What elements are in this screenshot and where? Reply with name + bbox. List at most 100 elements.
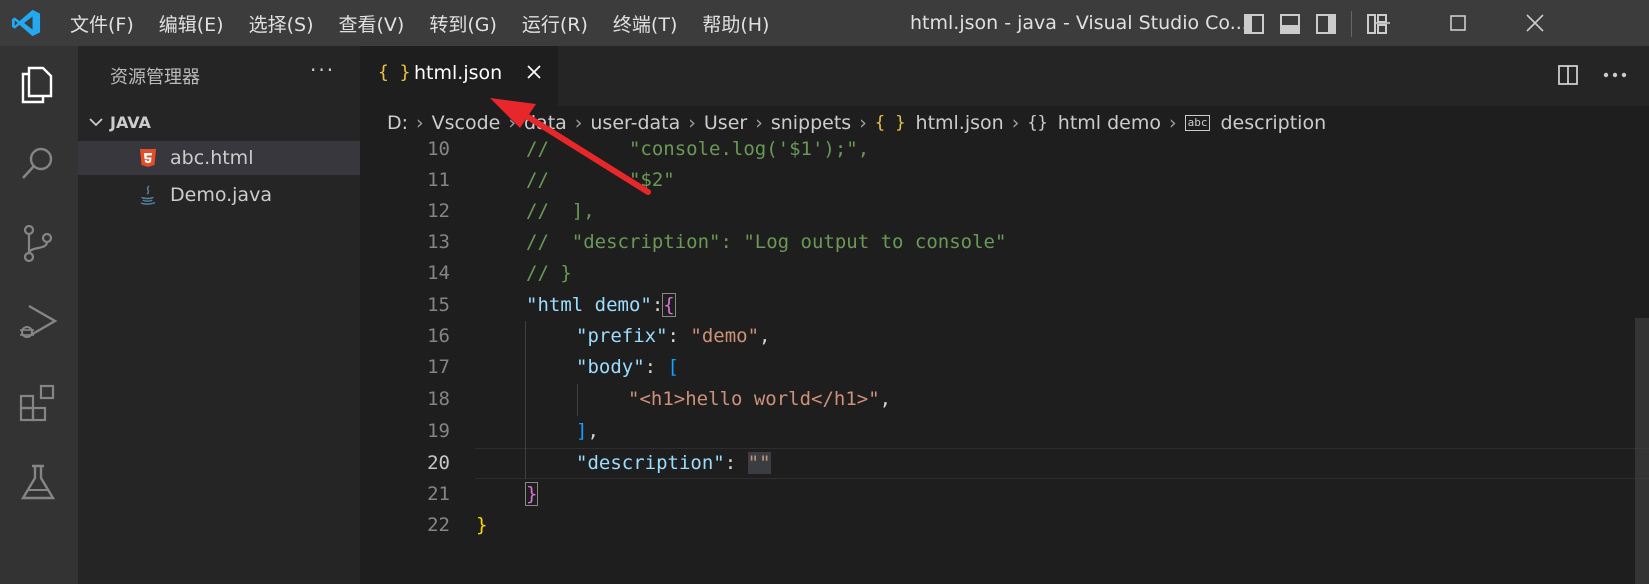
chevron-right-icon: › [574,112,583,134]
code-content: // "console.log('$1');", // "$2" // ], /… [476,140,1576,584]
editor-tab-bar: { } html.json [360,46,1649,106]
vertical-scrollbar[interactable] [1635,318,1649,584]
close-tab-icon[interactable] [526,64,542,80]
menu-file[interactable]: 文件(F) [70,10,134,37]
chevron-right-icon: › [755,112,763,134]
tab-html-json[interactable]: { } html.json [360,46,558,106]
toggle-secondary-sidebar-icon[interactable] [1315,13,1337,35]
line-number: 12 [427,200,450,222]
folder-section-java[interactable]: JAVA [78,106,360,140]
editor-actions [1557,64,1627,86]
line-number: 14 [427,262,450,284]
more-actions-icon[interactable]: ··· [310,58,335,82]
close-icon [1526,14,1544,32]
code-line-11: // "$2" [526,169,675,191]
line-number: 13 [427,231,450,253]
line-number: 22 [427,514,450,536]
code-line-15: "html demo":{ [526,290,676,321]
toggle-primary-sidebar-icon[interactable] [1243,13,1265,35]
json-file-icon: { } [378,62,411,83]
line-number: 16 [427,325,450,347]
json-brace-open: { [662,293,676,317]
line-number: 21 [427,483,450,505]
file-name: abc.html [170,147,254,169]
menu-run[interactable]: 运行(R) [522,10,588,37]
json-colon: : [651,294,664,316]
code-line-16: "prefix": "demo", [576,321,771,352]
string-symbol-icon: abc [1184,115,1211,131]
run-and-debug-icon[interactable] [17,300,59,342]
line-number: 19 [427,420,450,442]
file-item-demo-java[interactable]: Demo.java [78,178,360,212]
object-symbol-icon: {} [1027,113,1048,133]
chevron-right-icon: › [688,112,696,134]
activity-bar [0,46,78,584]
menu-bar: 文件(F) 编辑(E) 选择(S) 查看(V) 转到(G) 运行(R) 终端(T… [70,0,794,46]
code-line-14: // } [526,262,572,284]
window-title: html.json - java - Visual Studio Co... [910,12,1248,34]
code-line-12: // ], [526,200,595,222]
folder-label: JAVA [110,113,151,132]
breadcrumb-user[interactable]: User [704,112,747,134]
explorer-sidebar: 资源管理器 ··· JAVA abc.html Demo.java [78,46,360,584]
json-key: "body" [576,356,645,378]
chevron-right-icon: › [1169,112,1177,134]
json-string: "demo" [690,325,760,347]
line-number-current: 20 [427,452,450,474]
line-number: 15 [427,294,450,316]
source-control-icon[interactable] [17,222,59,264]
toggle-panel-icon[interactable] [1279,13,1301,35]
breadcrumb-description[interactable]: description [1220,112,1326,134]
menu-go[interactable]: 转到(G) [429,10,497,37]
json-colon: : [667,325,691,347]
file-item-abc-html[interactable]: abc.html [78,141,360,175]
code-line-19: ], [576,416,599,447]
code-line-20: "description": "" [576,448,771,479]
json-comma: , [879,388,892,410]
menu-selection[interactable]: 选择(S) [249,10,314,37]
java-icon [140,185,156,205]
json-brace-close: } [524,482,539,506]
extensions-icon[interactable] [17,382,59,424]
breadcrumb-data[interactable]: data [524,112,567,134]
line-number: 18 [427,388,450,410]
maximize-button[interactable] [1428,0,1488,46]
chevron-right-icon: › [859,112,867,134]
breadcrumb-html-json[interactable]: html.json [916,112,1004,134]
json-key: "description" [576,452,725,474]
quote: " [747,452,760,474]
line-number: 10 [427,140,450,160]
json-string: "<h1>hello world</h1>" [628,388,880,410]
menu-edit[interactable]: 编辑(E) [159,10,224,37]
testing-flask-icon[interactable] [17,462,59,504]
code-line-21: } [524,479,539,510]
chevron-right-icon: › [416,112,424,134]
menu-view[interactable]: 查看(V) [339,10,405,37]
chevron-right-icon: › [1011,112,1020,134]
json-comma: , [759,325,771,347]
json-bracket-close: ] [576,420,588,442]
close-window-button[interactable] [1505,0,1565,46]
vscode-logo-icon [11,9,41,37]
breadcrumb-vscode[interactable]: Vscode [432,112,501,134]
code-line-10: // "console.log('$1');", [526,140,870,160]
code-editor[interactable]: 10 11 12 13 14 15 16 17 18 19 20 21 22 /… [360,140,1649,584]
breadcrumb-html-demo[interactable]: html demo [1058,112,1161,134]
json-comma: , [587,420,599,442]
tab-label: html.json [414,62,503,84]
breadcrumb-drive[interactable]: D: [387,112,408,134]
search-icon[interactable] [17,142,59,184]
menu-terminal[interactable]: 终端(T) [613,10,677,37]
json-colon: : [644,356,668,378]
minimize-button[interactable] [1352,0,1412,46]
breadcrumb-user-data[interactable]: user-data [590,112,680,134]
line-number-gutter: 10 11 12 13 14 15 16 17 18 19 20 21 22 [360,140,450,584]
breadcrumb-snippets[interactable]: snippets [771,112,851,134]
menu-help[interactable]: 帮助(H) [702,10,769,37]
more-actions-icon[interactable] [1603,71,1627,79]
split-editor-icon[interactable] [1557,64,1579,86]
file-name: Demo.java [170,184,272,206]
code-line-13: // "description": "Log output to console… [526,231,1007,253]
explorer-files-icon[interactable] [17,64,59,106]
json-file-icon: { } [874,113,906,133]
